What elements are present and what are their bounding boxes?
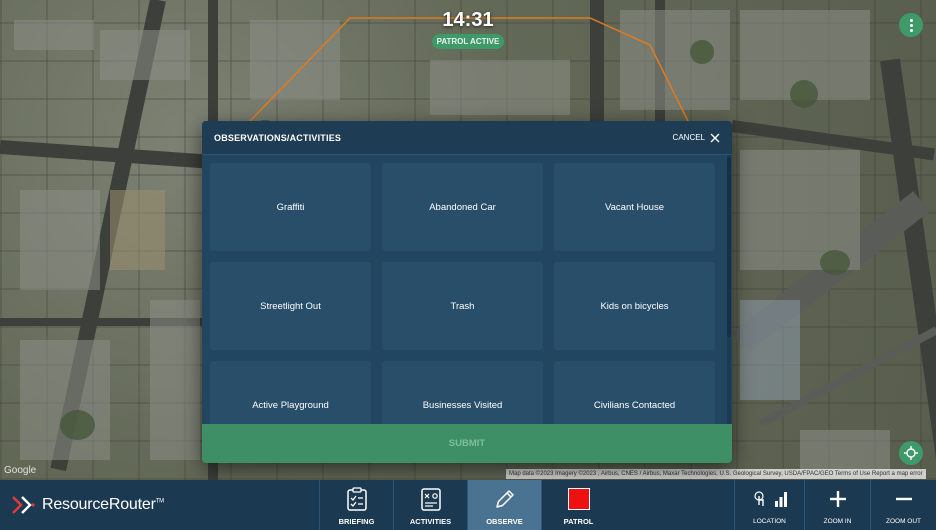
observation-tile-active-playground[interactable]: Active Playground [210,361,371,424]
observation-tile-civilians-contacted[interactable]: Civilians Contacted [554,361,715,424]
observation-list[interactable]: Graffiti Abandoned Car Vacant House Stre… [202,155,732,424]
resourcerouter-logo-icon [12,496,35,514]
clipboard-checklist-icon [346,486,367,511]
minus-icon [895,497,912,501]
patrol-button[interactable]: PATROL [541,480,615,530]
observation-tile-streetlight-out[interactable]: Streetlight Out [210,262,371,350]
locate-button[interactable] [899,441,923,465]
briefing-label: BRIEFING [338,517,375,526]
dot-icon [909,23,913,27]
observation-tile-graffiti[interactable]: Graffiti [210,163,371,251]
patrol-status-badge: PATROL ACTIVE [432,34,504,49]
observe-button[interactable]: OBSERVE [467,480,541,530]
map-attribution[interactable]: Map data ©2023 Imagery ©2023 , Airbus, C… [506,469,926,479]
stop-square-icon [567,487,590,510]
plus-icon [829,491,846,507]
bottom-toolbar: ResourceRouterTM BRIEFING ACTIVITIES OBS… [0,480,936,530]
patrol-label: PATROL [563,517,594,526]
brand-name: ResourceRouterTM [42,496,164,513]
tap-pointer-icon [753,491,764,506]
observe-label: OBSERVE [486,517,523,526]
observation-tile-trash[interactable]: Trash [382,262,543,350]
zoom-in-label: ZOOM IN [823,518,852,525]
more-options-button[interactable] [899,13,923,37]
dialog-title: OBSERVATIONS/ACTIVITIES [214,132,342,143]
dot-icon [909,28,913,32]
brand-logo: ResourceRouterTM [10,480,164,530]
zoom-in-button[interactable]: ZOOM IN [804,480,870,530]
cancel-button[interactable]: CANCEL [673,133,720,143]
dialog-header: OBSERVATIONS/ACTIVITIES CANCEL [202,121,732,155]
google-logo: Google [4,465,37,476]
activities-board-icon [420,487,441,511]
observation-tile-vacant-house[interactable]: Vacant House [554,163,715,251]
signal-bars-icon [774,492,787,507]
observation-tile-businesses-visited[interactable]: Businesses Visited [382,361,543,424]
crosshair-icon [904,446,918,460]
dot-icon [909,18,913,22]
observation-tile-kids-on-bicycles[interactable]: Kids on bicycles [554,262,715,350]
zoom-out-button[interactable]: ZOOM OUT [870,480,936,530]
close-icon [710,133,720,142]
zoom-out-label: ZOOM OUT [885,518,922,525]
activities-label: ACTIVITIES [409,517,452,526]
cancel-label: CANCEL [672,133,705,142]
location-button[interactable]: LOCATION [734,480,804,530]
patrol-timer: 14:31 [442,9,494,31]
observations-dialog: OBSERVATIONS/ACTIVITIES CANCEL Graffiti … [202,121,732,463]
briefing-button[interactable]: BRIEFING [319,480,393,530]
scrollbar-thumb[interactable] [727,157,731,337]
location-label: LOCATION [753,518,786,525]
submit-button[interactable]: SUBMIT [202,424,732,463]
observation-tile-abandoned-car[interactable]: Abandoned Car [382,163,543,251]
activities-button[interactable]: ACTIVITIES [393,480,467,530]
pencil-icon [495,489,514,508]
